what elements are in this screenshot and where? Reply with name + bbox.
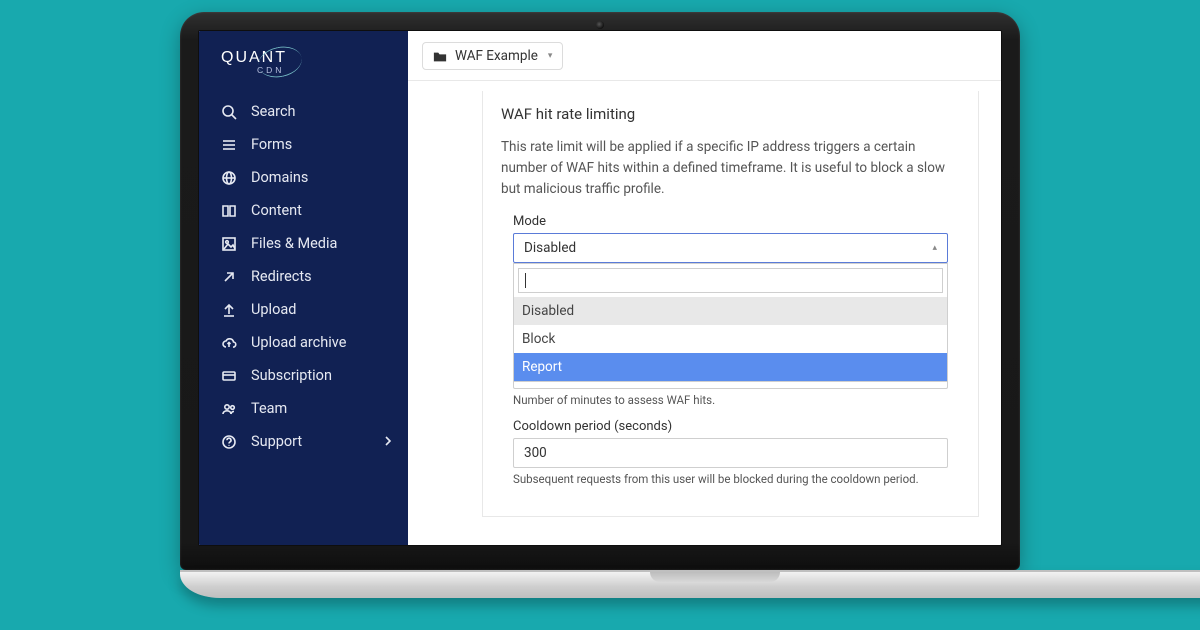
users-icon <box>221 401 237 417</box>
mode-select[interactable]: Disabled ▴ <box>513 233 948 263</box>
mode-dropdown-panel: DisabledBlockReport <box>513 263 948 382</box>
panel-title: WAF hit rate limiting <box>501 105 960 123</box>
laptop-camera <box>596 21 604 29</box>
sidebar-item-team[interactable]: Team <box>199 392 408 425</box>
sidebar-item-label: Search <box>251 103 296 120</box>
sidebar-item-label: Forms <box>251 136 292 153</box>
mode-dropdown-search[interactable] <box>518 268 943 293</box>
sidebar-item-label: Support <box>251 433 302 450</box>
search-icon <box>221 104 237 120</box>
mode-selected-value: Disabled <box>524 240 576 256</box>
topbar: WAF Example ▾ <box>408 31 1001 81</box>
globe-icon <box>221 170 237 186</box>
sidebar-item-label: Content <box>251 202 302 219</box>
sidebar-item-label: Files & Media <box>251 235 337 252</box>
sidebar-item-label: Domains <box>251 169 308 186</box>
cooldown-label: Cooldown period (seconds) <box>513 419 960 434</box>
sidebar-item-content[interactable]: Content <box>199 194 408 227</box>
cloud-up-icon <box>221 335 237 351</box>
upload-icon <box>221 302 237 318</box>
cooldown-help: Subsequent requests from this user will … <box>513 472 948 486</box>
mode-option-report[interactable]: Report <box>514 353 947 381</box>
folder-icon <box>433 50 447 62</box>
panel-description: This rate limit will be applied if a spe… <box>501 137 960 200</box>
laptop-base <box>180 570 1200 598</box>
minutes-help: Number of minutes to assess WAF hits. <box>513 393 948 407</box>
waf-rate-limit-panel: WAF hit rate limiting This rate limit wi… <box>482 91 979 517</box>
sidebar-item-label: Subscription <box>251 367 332 384</box>
sidebar-item-upload-archive[interactable]: Upload archive <box>199 326 408 359</box>
sidebar-item-label: Redirects <box>251 268 312 285</box>
sidebar-item-redirects[interactable]: Redirects <box>199 260 408 293</box>
chevron-right-icon <box>384 433 392 450</box>
logo: QUANT CDN <box>199 41 408 91</box>
sidebar-item-label: Team <box>251 400 287 417</box>
menu-icon <box>221 137 237 153</box>
sidebar-item-domains[interactable]: Domains <box>199 161 408 194</box>
main-panel: WAF Example ▾ WAF hit rate limiting This… <box>408 31 1001 545</box>
sidebar-item-forms[interactable]: Forms <box>199 128 408 161</box>
help-icon <box>221 434 237 450</box>
sidebar: QUANT CDN Search Forms Domains Content Files… <box>199 31 408 545</box>
cooldown-value: 300 <box>524 445 547 461</box>
sidebar-item-upload[interactable]: Upload <box>199 293 408 326</box>
project-name: WAF Example <box>455 48 538 64</box>
card-icon <box>221 368 237 384</box>
project-selector[interactable]: WAF Example ▾ <box>422 42 563 70</box>
screen: QUANT CDN Search Forms Domains Content Files… <box>198 30 1002 546</box>
mode-option-block[interactable]: Block <box>514 325 947 353</box>
sidebar-item-label: Upload archive <box>251 334 346 351</box>
caret-up-icon: ▴ <box>932 243 937 253</box>
sidebar-item-search[interactable]: Search <box>199 95 408 128</box>
laptop-notch <box>650 572 780 582</box>
sidebar-item-support[interactable]: Support <box>199 425 408 458</box>
arrow-up-right-icon <box>221 269 237 285</box>
mode-option-disabled[interactable]: Disabled <box>514 297 947 325</box>
book-icon <box>221 203 237 219</box>
cooldown-input[interactable]: 300 <box>513 438 948 468</box>
mode-label: Mode <box>513 214 960 229</box>
sidebar-item-subscription[interactable]: Subscription <box>199 359 408 392</box>
sidebar-item-files-media[interactable]: Files & Media <box>199 227 408 260</box>
sidebar-item-label: Upload <box>251 301 296 318</box>
image-icon <box>221 236 237 252</box>
caret-down-icon: ▾ <box>548 51 553 61</box>
